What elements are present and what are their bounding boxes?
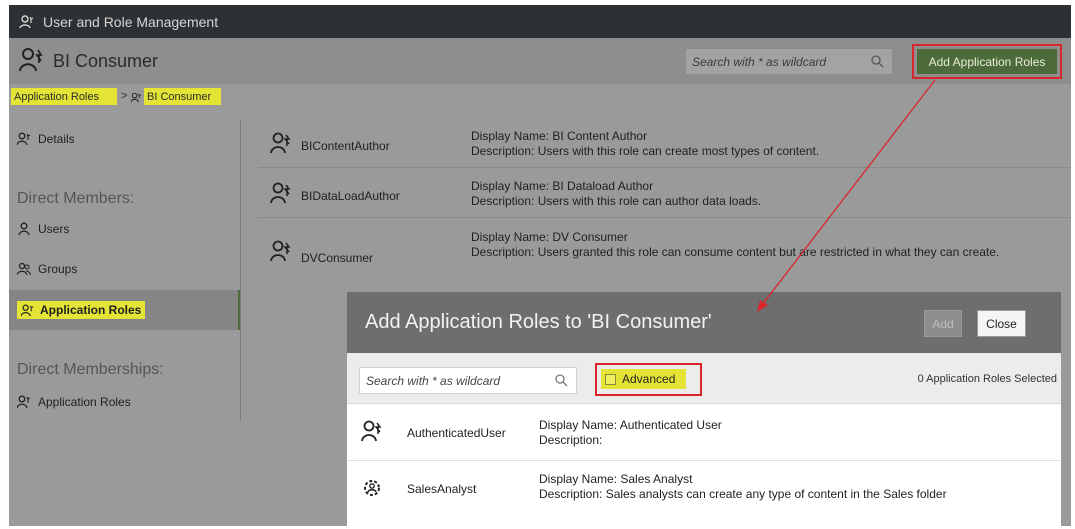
sidebar-item-users[interactable]: Users [17,222,69,236]
page-header: BI Consumer Add Application Roles [9,38,1071,84]
role-icon [21,304,34,316]
advanced-checkbox-row[interactable]: Advanced [601,369,686,389]
breadcrumb-current: BI Consumer [144,88,221,105]
sidebar-item-application-roles[interactable]: Application Roles [17,301,146,319]
sidebar-item-details[interactable]: Details [17,132,75,146]
group-icon [17,262,31,276]
dialog-search-input[interactable] [366,373,546,388]
sidebar-item-label: Application Roles [38,395,131,409]
advanced-checkbox[interactable] [605,373,616,385]
sidebar-item-label: Groups [38,262,78,276]
role-name: BIContentAuthor [301,139,390,153]
add-application-roles-button[interactable]: Add Application Roles [917,49,1057,74]
role-icon [19,48,43,72]
user-icon [18,222,30,236]
role-icon [17,132,31,146]
search-icon[interactable] [555,374,568,387]
search-input[interactable] [692,54,862,69]
sidebar-item-label: Details [38,132,75,146]
dialog-role-name: SalesAnalyst [407,482,477,496]
dialog-role-name: AuthenticatedUser [407,426,506,440]
sidebar: Details Direct Members: Users Groups App… [9,108,241,526]
breadcrumb: Application Roles > BI Consumer [9,84,1071,108]
role-description: Display Name: BI Dataload Author Descrip… [471,179,1031,209]
window-title: User and Role Management [43,13,219,30]
role-icon [270,132,291,154]
selected-count: 0 Application Roles Selected [917,373,1057,385]
dialog-role-row[interactable]: SalesAnalyst Display Name: Sales Analyst… [347,461,1061,517]
role-gear-icon [364,480,380,496]
dialog-header: Add Application Roles to 'BI Consumer' A… [347,292,1061,353]
sidebar-item-membership-application-roles[interactable]: Application Roles [17,395,131,409]
dialog-role-description: Display Name: Sales Analyst Description:… [539,472,1039,502]
dialog-role-desc-text: Description: Sales analysts can create a… [539,487,947,501]
dialog-title: Add Application Roles to 'BI Consumer' [365,311,712,333]
role-desc-text: Description: Users with this role can cr… [471,144,820,158]
role-name: BIDataLoadAuthor [301,189,400,203]
add-application-roles-highlight: Add Application Roles [912,44,1062,79]
role-row[interactable]: BIDataLoadAuthor Display Name: BI Datalo… [258,168,1071,218]
dialog-add-button[interactable]: Add [924,310,962,337]
role-icon [270,240,291,262]
app-window: User and Role Management BI Consumer Add… [9,5,1071,526]
role-name: DVConsumer [301,251,374,265]
sidebar-item-label: Application Roles [40,303,142,317]
breadcrumb-parent-label: Application Roles [14,90,99,103]
dialog-role-display-name: Display Name: Authenticated User [539,418,722,432]
direct-memberships-heading: Direct Memberships: [17,361,164,378]
sidebar-item-groups[interactable]: Groups [17,262,77,276]
page-title: BI Consumer [53,51,159,71]
breadcrumb-current-label: BI Consumer [147,90,212,103]
role-desc-text: Description: Users granted this role can… [471,245,1000,259]
dialog-role-row[interactable]: AuthenticatedUser Display Name: Authenti… [347,404,1061,461]
role-display-name: Display Name: BI Content Author [471,129,648,143]
users-icon [19,14,34,28]
direct-members-heading: Direct Members: [17,190,135,207]
title-bar: User and Role Management [9,5,1071,38]
role-row[interactable]: BIContentAuthor Display Name: BI Content… [258,118,1071,168]
role-icon [17,395,31,409]
dialog-toolbar: Advanced 0 Application Roles Selected [347,353,1061,404]
role-icon [270,182,291,204]
breadcrumb-separator: > [121,90,128,102]
role-row[interactable]: DVConsumer Display Name: DV Consumer Des… [258,218,1071,292]
role-description: Display Name: DV Consumer Description: U… [471,230,1031,260]
sidebar-item-label: Users [38,222,70,236]
role-display-name: Display Name: BI Dataload Author [471,179,654,193]
dialog-role-display-name: Display Name: Sales Analyst [539,472,693,486]
dialog-role-desc-text: Description: [539,433,603,447]
search-box[interactable] [685,48,893,75]
role-display-name: Display Name: DV Consumer [471,230,628,244]
search-icon[interactable] [871,55,884,68]
dialog-search-box[interactable] [359,367,577,394]
users-icon [131,92,142,103]
role-icon [361,420,382,442]
add-application-roles-dialog: Add Application Roles to 'BI Consumer' A… [347,292,1061,526]
advanced-highlight: Advanced [595,363,702,396]
role-desc-text: Description: Users with this role can au… [471,194,762,208]
advanced-label: Advanced [622,372,676,386]
sidebar-divider [240,120,241,420]
role-description: Display Name: BI Content Author Descript… [471,129,1031,159]
dialog-close-button[interactable]: Close [977,310,1026,337]
breadcrumb-parent-link[interactable]: Application Roles [11,88,117,105]
dialog-role-description: Display Name: Authenticated User Descrip… [539,418,1039,448]
